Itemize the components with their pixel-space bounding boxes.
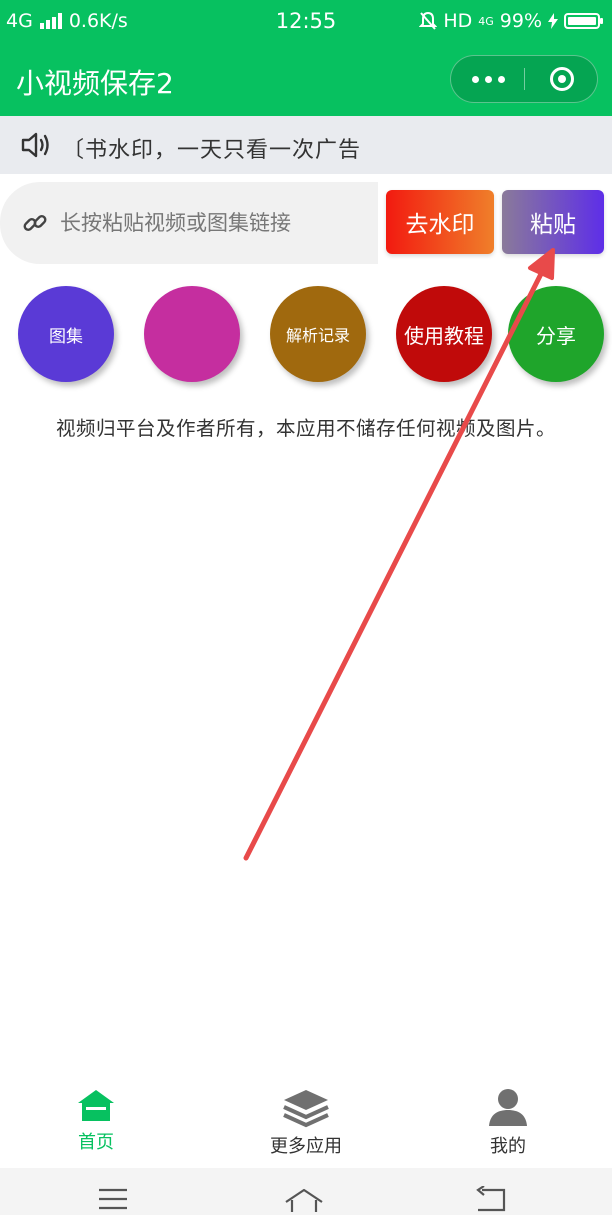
tab-more-apps-label: 更多应用	[270, 1136, 342, 1157]
charging-icon	[548, 13, 558, 29]
status-bar: 4G 0.6K/s 12:55 HD 4G 99%	[0, 0, 612, 44]
status-right: HD 4G 99%	[419, 10, 603, 32]
share-button[interactable]: 分享	[508, 286, 604, 382]
hd-indicator: HD	[443, 10, 473, 32]
link-input-container	[0, 182, 378, 264]
speaker-icon	[21, 132, 49, 158]
battery-icon	[564, 13, 603, 29]
home-nav-icon[interactable]	[283, 1186, 325, 1212]
system-nav-bar	[0, 1168, 612, 1215]
link-input[interactable]	[58, 202, 372, 244]
user-icon	[489, 1089, 527, 1126]
battery-fill	[568, 17, 596, 25]
home-icon	[78, 1090, 114, 1121]
mini-program-capsule	[450, 55, 598, 103]
paste-button[interactable]: 粘贴	[502, 190, 604, 254]
notice-text: 〔书水印，一天只看一次广告	[62, 138, 362, 163]
tab-mine-label: 我的	[490, 1136, 526, 1157]
target-icon	[550, 67, 574, 91]
network-type-right: 4G	[478, 14, 494, 28]
notice-bar: 〔书水印，一天只看一次广告	[0, 116, 612, 174]
layers-icon	[283, 1090, 329, 1128]
gallery-button[interactable]: 图集	[18, 286, 114, 382]
more-dots-icon	[471, 75, 479, 83]
shortcut-button-blank[interactable]	[144, 286, 240, 382]
battery-percent: 99%	[499, 10, 542, 32]
more-menu-button[interactable]	[451, 56, 525, 102]
parse-history-button[interactable]: 解析记录	[270, 286, 366, 382]
back-nav-icon[interactable]	[474, 1186, 508, 1212]
mute-bell-icon	[419, 11, 438, 30]
menu-icon[interactable]	[97, 1186, 129, 1212]
close-mini-program-button[interactable]	[525, 56, 599, 102]
app-title: 小视频保存2	[16, 67, 174, 100]
tab-home-label: 首页	[78, 1132, 114, 1153]
tab-more-apps[interactable]: 更多应用	[206, 1088, 406, 1158]
tab-mine[interactable]: 我的	[408, 1088, 608, 1158]
remove-watermark-button[interactable]: 去水印	[386, 190, 494, 254]
disclaimer-text: 视频归平台及作者所有，本应用不储存任何视频及图片。	[55, 417, 556, 440]
tab-bar: 首页 更多应用 我的	[0, 1082, 612, 1168]
tutorial-button[interactable]: 使用教程	[396, 286, 492, 382]
link-icon	[23, 215, 47, 231]
title-bar: 小视频保存2	[0, 44, 612, 116]
tab-home[interactable]: 首页	[0, 1088, 196, 1154]
